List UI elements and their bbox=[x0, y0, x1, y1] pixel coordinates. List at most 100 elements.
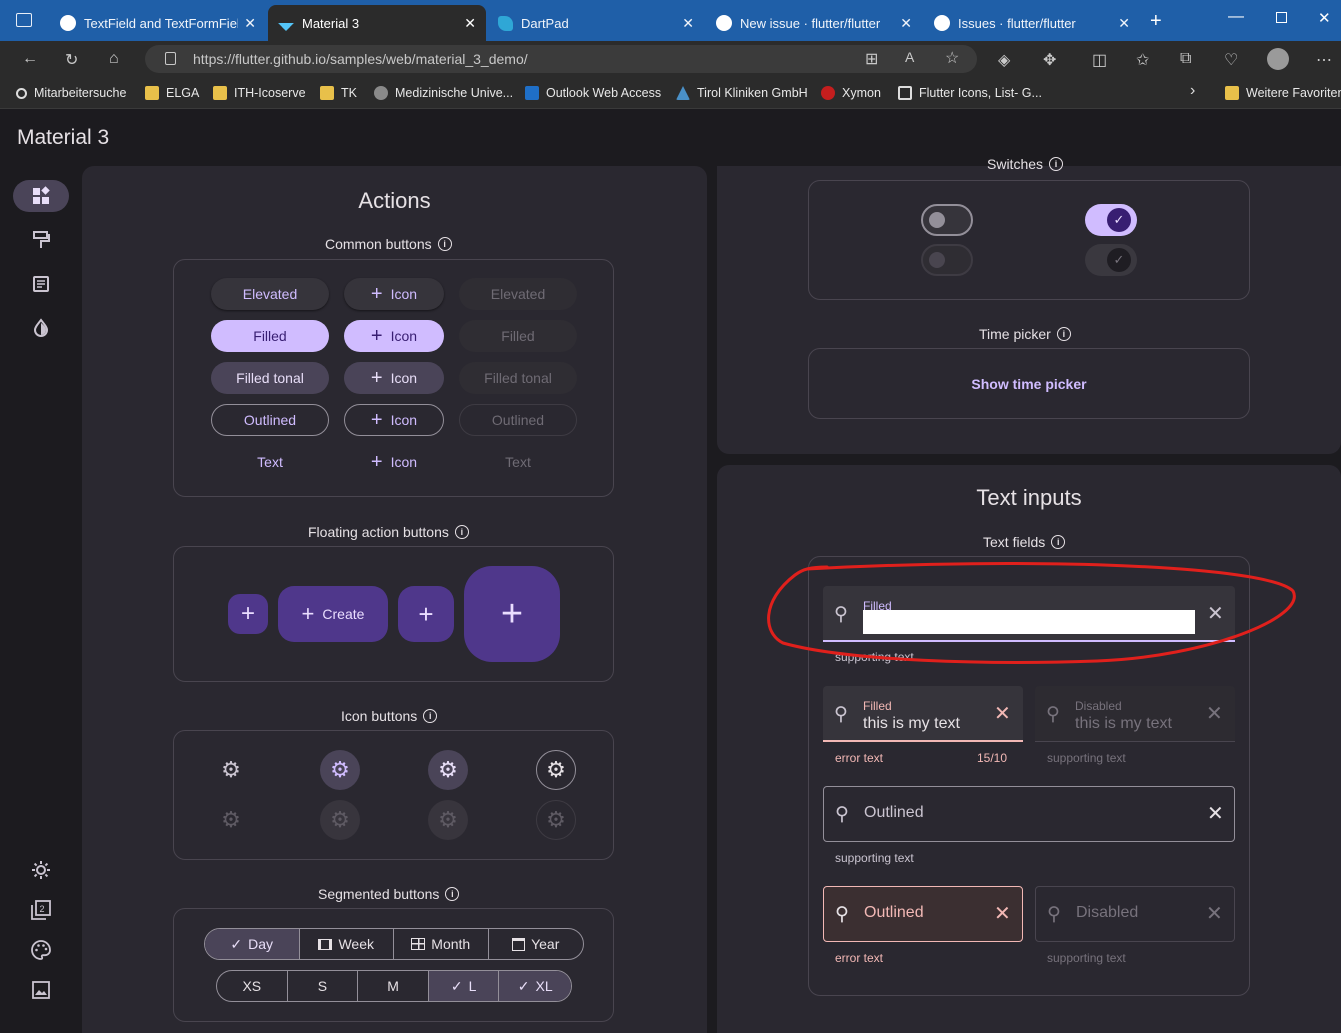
collections-icon[interactable]: ⧉ bbox=[1180, 50, 1191, 68]
filled-error-text-field[interactable]: ⚲ Filled this is my text ✕ bbox=[823, 686, 1023, 742]
close-icon[interactable]: ✕ bbox=[464, 15, 476, 32]
bookmark-item[interactable]: Outlook Web Access bbox=[525, 83, 661, 103]
switch-off-disabled[interactable] bbox=[921, 244, 973, 276]
segment-year[interactable]: Year bbox=[489, 929, 584, 959]
outlined-icon-button[interactable]: ⚙ bbox=[536, 750, 576, 790]
info-icon[interactable]: i bbox=[1051, 535, 1066, 549]
refresh-icon[interactable]: ↻ bbox=[65, 50, 78, 70]
info-icon[interactable]: i bbox=[437, 237, 452, 251]
outlined-text-field[interactable]: ⚲ Outlined ✕ bbox=[823, 786, 1235, 842]
filter-2-icon[interactable]: 2 bbox=[31, 900, 51, 920]
minimize-icon[interactable]: — bbox=[1228, 8, 1244, 26]
switch-on[interactable]: ✓ bbox=[1085, 204, 1137, 236]
filled-icon-button[interactable]: + Icon bbox=[344, 320, 444, 352]
outlined-button-disabled[interactable]: Outlined bbox=[459, 404, 577, 436]
bookmark-item[interactable]: Xymon bbox=[821, 83, 881, 103]
favorite-star-icon[interactable]: ☆ bbox=[945, 48, 959, 68]
more-options-icon[interactable]: ⋯ bbox=[1316, 50, 1332, 70]
small-fab[interactable]: + bbox=[228, 594, 268, 634]
new-tab-icon[interactable]: + bbox=[1150, 10, 1162, 33]
tab-actions-icon[interactable] bbox=[16, 13, 32, 27]
text-icon-button[interactable]: + Icon bbox=[344, 446, 444, 478]
close-window-icon[interactable]: ✕ bbox=[1318, 9, 1331, 27]
clear-icon[interactable]: ✕ bbox=[1206, 901, 1223, 926]
browser-tab-2[interactable]: Material 3 ✕ bbox=[268, 5, 486, 41]
segment-month[interactable]: Month bbox=[394, 929, 489, 959]
rail-item-color[interactable] bbox=[13, 224, 69, 256]
segment-week[interactable]: Week bbox=[300, 929, 394, 959]
filled-tonal-icon-button[interactable]: + Icon bbox=[344, 362, 444, 394]
tonal-icon-button[interactable]: ⚙ bbox=[428, 750, 468, 790]
bookmark-item[interactable]: Medizinische Unive... bbox=[374, 83, 513, 103]
filled-icon-button[interactable]: ⚙ bbox=[320, 750, 360, 790]
info-icon[interactable]: i bbox=[445, 887, 460, 901]
home-icon[interactable]: ⌂ bbox=[109, 50, 119, 68]
bookmark-item[interactable]: ITH-Icoserve bbox=[213, 83, 306, 103]
palette-icon[interactable] bbox=[31, 940, 51, 960]
filled-disabled-text-field[interactable]: ⚲ Disabled this is my text ✕ bbox=[1035, 686, 1235, 742]
filled-button-disabled[interactable]: Filled bbox=[459, 320, 577, 352]
outlined-disabled-text-field[interactable]: ⚲ Disabled ✕ bbox=[1035, 886, 1235, 942]
image-icon[interactable] bbox=[31, 980, 51, 1000]
favorites-icon[interactable]: ✩ bbox=[1136, 50, 1149, 70]
filled-tonal-button-disabled[interactable]: Filled tonal bbox=[459, 362, 577, 394]
rail-item-components[interactable] bbox=[13, 180, 69, 212]
rail-item-elevation[interactable] bbox=[13, 312, 69, 344]
extensions-icon[interactable]: ✥ bbox=[1043, 50, 1056, 70]
elevated-button[interactable]: Elevated bbox=[211, 278, 329, 310]
rail-item-typography[interactable] bbox=[13, 268, 69, 300]
text-button-disabled[interactable]: Text bbox=[459, 446, 577, 478]
elevated-button-disabled[interactable]: Elevated bbox=[459, 278, 577, 310]
close-icon[interactable]: ✕ bbox=[900, 15, 912, 32]
text-button[interactable]: Text bbox=[211, 446, 329, 478]
bookmark-item[interactable]: ELGA bbox=[145, 83, 199, 103]
profile-avatar[interactable] bbox=[1267, 48, 1289, 70]
info-icon[interactable]: i bbox=[1056, 327, 1071, 341]
clear-icon[interactable]: ✕ bbox=[1207, 801, 1224, 826]
segment-s[interactable]: S bbox=[288, 971, 359, 1001]
browser-tab-4[interactable]: New issue · flutter/flutter ✕ bbox=[706, 5, 922, 41]
outlined-button[interactable]: Outlined bbox=[211, 404, 329, 436]
info-icon[interactable]: i bbox=[423, 709, 438, 723]
back-icon[interactable]: ← bbox=[22, 50, 38, 68]
split-screen-icon[interactable]: ◫ bbox=[1092, 50, 1107, 70]
browser-tab-5[interactable]: Issues · flutter/flutter ✕ bbox=[924, 5, 1140, 41]
brightness-icon[interactable] bbox=[31, 860, 51, 880]
bookmark-item[interactable]: Weitere Favoriten bbox=[1225, 83, 1341, 103]
elevated-icon-button[interactable]: + Icon bbox=[344, 278, 444, 310]
standard-icon-button[interactable]: ⚙ bbox=[211, 750, 251, 790]
show-time-picker-button[interactable]: Show time picker bbox=[967, 368, 1091, 400]
segment-day[interactable]: ✓ Day bbox=[205, 929, 300, 959]
read-aloud-icon[interactable]: A bbox=[905, 49, 914, 65]
close-icon[interactable]: ✕ bbox=[244, 15, 256, 32]
switch-on-disabled[interactable]: ✓ bbox=[1085, 244, 1137, 276]
info-icon[interactable]: i bbox=[454, 525, 469, 539]
browser-tab-1[interactable]: TextField and TextFormField r ✕ bbox=[50, 5, 266, 41]
outlined-icon-button-disabled[interactable]: ⚙ bbox=[536, 800, 576, 840]
segment-xl[interactable]: ✓ XL bbox=[499, 971, 571, 1001]
close-icon[interactable]: ✕ bbox=[682, 15, 694, 32]
filled-icon-button-disabled[interactable]: ⚙ bbox=[320, 800, 360, 840]
app-available-icon[interactable]: ⊞ bbox=[865, 49, 878, 69]
clear-icon[interactable]: ✕ bbox=[994, 901, 1011, 926]
bookmark-item[interactable]: Mitarbeitersuche bbox=[16, 83, 126, 103]
extension-1-icon[interactable]: ◈ bbox=[998, 50, 1010, 70]
segment-xs[interactable]: XS bbox=[217, 971, 288, 1001]
maximize-icon[interactable] bbox=[1276, 12, 1287, 23]
chevron-right-icon[interactable]: › bbox=[1190, 82, 1195, 100]
bookmark-item[interactable]: Flutter Icons, List- G... bbox=[898, 83, 1042, 103]
bookmark-item[interactable]: Tirol Kliniken GmbH bbox=[676, 83, 808, 103]
browser-tab-3[interactable]: DartPad ✕ bbox=[488, 5, 704, 41]
bookmark-item[interactable]: TK bbox=[320, 83, 357, 103]
large-fab[interactable]: + bbox=[464, 566, 560, 662]
segment-m[interactable]: M bbox=[358, 971, 429, 1001]
outlined-error-text-field[interactable]: ⚲ Outlined ✕ bbox=[823, 886, 1023, 942]
regular-fab[interactable]: + bbox=[398, 586, 454, 642]
switch-off[interactable] bbox=[921, 204, 973, 236]
clear-icon[interactable]: ✕ bbox=[1206, 701, 1223, 726]
clear-icon[interactable]: ✕ bbox=[994, 701, 1011, 726]
url-field[interactable]: https://flutter.github.io/samples/web/ma… bbox=[145, 45, 977, 73]
close-icon[interactable]: ✕ bbox=[1118, 15, 1130, 32]
info-icon[interactable]: i bbox=[1049, 157, 1064, 171]
standard-icon-button-disabled[interactable]: ⚙ bbox=[211, 800, 251, 840]
